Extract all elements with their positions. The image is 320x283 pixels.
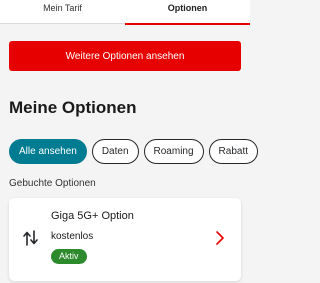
booked-options-heading: Gebuchte Optionen [9,178,96,189]
tab-bar: Mein Tarif Optionen [0,0,250,25]
data-transfer-arrows-icon [21,228,41,248]
option-price: kostenlos [51,231,94,242]
filter-chip-roaming[interactable]: Roaming [143,139,204,164]
weitere-optionen-button[interactable]: Weitere Optionen ansehen [9,41,241,71]
filter-chips: Alle ansehen Daten Roaming Rabatt [9,139,259,164]
tab-optionen[interactable]: Optionen [125,0,250,25]
chevron-right-icon [215,230,225,246]
filter-chip-rabatt[interactable]: Rabatt [208,139,259,164]
section-title: Meine Optionen [9,98,137,117]
option-card[interactable]: Giga 5G+ Option kostenlos Aktiv [9,198,241,281]
filter-chip-alle[interactable]: Alle ansehen [9,139,87,164]
status-badge: Aktiv [51,249,87,264]
tab-mein-tarif[interactable]: Mein Tarif [0,0,125,24]
filter-chip-daten[interactable]: Daten [91,139,139,164]
option-name: Giga 5G+ Option [51,210,134,222]
